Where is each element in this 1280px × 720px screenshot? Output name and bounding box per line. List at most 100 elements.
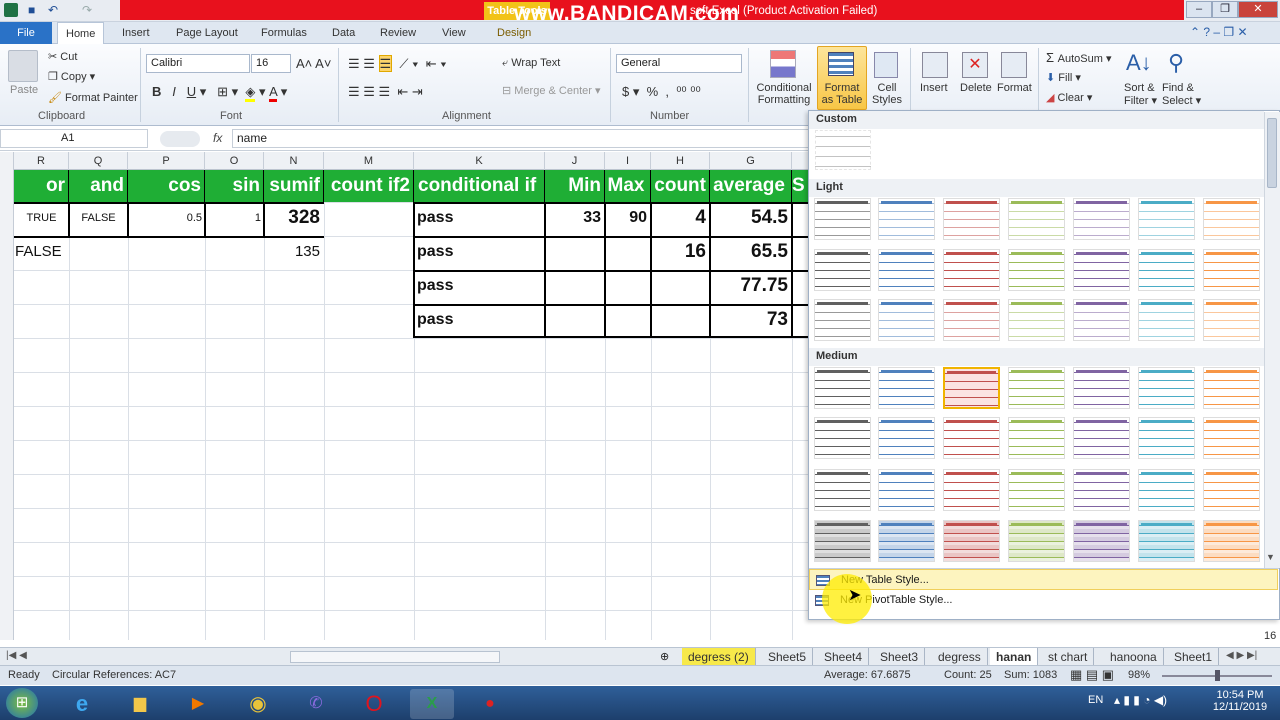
cell-count[interactable]: 16	[651, 241, 706, 263]
font-color-icon[interactable]: A	[269, 84, 278, 102]
column-header[interactable]: J	[545, 152, 605, 170]
font-name-box[interactable]: Calibri	[146, 54, 250, 73]
table-style-swatch[interactable]	[814, 469, 871, 511]
tab-design[interactable]: Design	[489, 22, 539, 44]
status-circular-references[interactable]: Circular References: AC7	[52, 669, 176, 681]
cell-average[interactable]: 65.5	[710, 241, 788, 263]
sheet-tab[interactable]: degress	[932, 648, 988, 666]
table-style-swatch[interactable]	[1008, 469, 1065, 511]
table-style-swatch[interactable]	[814, 249, 871, 291]
header-cell-and[interactable]: and	[69, 170, 128, 202]
tab-data[interactable]: Data	[324, 22, 363, 44]
table-style-swatch[interactable]	[943, 198, 1000, 240]
cell-count[interactable]: 4	[651, 207, 706, 229]
table-style-swatch[interactable]	[1008, 417, 1065, 459]
header-cell-sumif[interactable]: sumif	[264, 170, 324, 202]
paste-button[interactable]: Paste	[10, 84, 38, 96]
table-style-swatch[interactable]	[1138, 299, 1195, 341]
find-select-button[interactable]: Find & Select ▾	[1162, 82, 1201, 107]
custom-style-swatch[interactable]	[815, 130, 871, 170]
horizontal-align-icons[interactable]: ☰ ☰ ☰ ⇤ ⇥	[348, 84, 423, 100]
table-style-swatch[interactable]	[1203, 417, 1260, 459]
column-header[interactable]: M	[324, 152, 414, 170]
undo-icon[interactable]: ↶	[48, 3, 58, 17]
table-style-swatch[interactable]	[1073, 249, 1130, 291]
chrome-icon[interactable]: ◉	[236, 689, 280, 719]
sort-filter-button[interactable]: Sort & Filter ▾	[1124, 82, 1157, 107]
wrap-text-button[interactable]: ⤶ Wrap Text	[502, 57, 560, 70]
fill-button[interactable]: ⬇ Fill ▾	[1046, 71, 1081, 84]
header-cell-cos[interactable]: cos	[128, 170, 205, 202]
table-style-swatch[interactable]	[1073, 469, 1130, 511]
tab-view[interactable]: View	[434, 22, 474, 44]
table-style-swatch[interactable]	[814, 299, 871, 341]
sheet-tab[interactable]: hanoona	[1104, 648, 1164, 666]
sheet-tab[interactable]: Sheet3	[874, 648, 926, 666]
column-header[interactable]: P	[128, 152, 205, 170]
header-cell-sin[interactable]: sin	[205, 170, 264, 202]
cut-button[interactable]: ✂ Cut	[48, 50, 77, 63]
cell-or[interactable]: FALSE	[15, 243, 62, 260]
table-style-swatch[interactable]	[943, 249, 1000, 291]
clock[interactable]: 10:54 PM 12/11/2019	[1210, 689, 1270, 713]
table-style-swatch[interactable]	[943, 520, 1000, 562]
column-header[interactable]: N	[264, 152, 324, 170]
sheet-nav-arrows[interactable]: |◀ ◀	[6, 650, 27, 661]
sort-filter-icon[interactable]: A↓	[1126, 50, 1152, 76]
format-cells-icon[interactable]	[1001, 52, 1027, 78]
table-style-swatch[interactable]	[1138, 249, 1195, 291]
windows-start-icon[interactable]: ⊞	[6, 688, 38, 718]
table-style-swatch[interactable]	[1203, 249, 1260, 291]
cell-min[interactable]: 33	[545, 209, 601, 227]
tab-review[interactable]: Review	[372, 22, 424, 44]
cell-average[interactable]: 73	[710, 309, 788, 331]
table-style-swatch[interactable]	[878, 198, 935, 240]
column-header[interactable]: O	[205, 152, 264, 170]
view-buttons[interactable]: ▦ ▤ ▣	[1070, 667, 1114, 683]
cell-cos[interactable]: 0.5	[128, 212, 202, 224]
underline-icon[interactable]: U	[187, 84, 196, 99]
table-style-swatch[interactable]	[1008, 299, 1065, 341]
table-style-swatch[interactable]	[878, 417, 935, 459]
table-style-swatch[interactable]	[1008, 367, 1065, 409]
table-style-swatch[interactable]	[943, 299, 1000, 341]
table-style-swatch[interactable]	[1203, 367, 1260, 409]
sheet-tab[interactable]: st chart	[1042, 648, 1095, 666]
header-cell-max[interactable]: Max	[605, 170, 651, 202]
cell-average[interactable]: 77.75	[710, 275, 788, 297]
cell-or[interactable]: TRUE	[14, 212, 69, 224]
new-table-style-menu-item[interactable]: New Table Style...	[809, 569, 1278, 590]
table-style-swatch[interactable]	[1203, 299, 1260, 341]
paste-icon[interactable]	[8, 50, 38, 82]
clear-button[interactable]: ◢ Clear ▾	[1046, 91, 1092, 104]
table-style-swatch[interactable]	[1138, 520, 1195, 562]
cell-sin[interactable]: 1	[205, 212, 261, 224]
insert-cells-button[interactable]: Insert	[920, 82, 948, 94]
table-style-swatch[interactable]	[1008, 198, 1065, 240]
sheet-nav-arrows-right[interactable]: ◀ ▶ ▶|	[1226, 650, 1257, 661]
table-style-swatch[interactable]	[878, 520, 935, 562]
cell-styles-button[interactable]: Cell Styles	[867, 82, 907, 106]
bandicam-icon[interactable]: ●	[468, 689, 512, 719]
column-header[interactable]: H	[651, 152, 710, 170]
conditional-formatting-button[interactable]: Conditional Formatting	[754, 82, 814, 106]
table-style-swatch[interactable]	[1073, 417, 1130, 459]
language-indicator[interactable]: EN	[1088, 694, 1103, 706]
table-style-swatch[interactable]	[1138, 469, 1195, 511]
opera-icon[interactable]: O	[352, 689, 396, 719]
table-style-swatch[interactable]	[878, 249, 935, 291]
table-style-swatch[interactable]	[1073, 520, 1130, 562]
column-header[interactable]: K	[414, 152, 545, 170]
sheet-tab-active[interactable]: hanan	[990, 648, 1039, 666]
table-style-swatch[interactable]	[943, 367, 1000, 409]
binoculars-icon[interactable]: ⚲	[1168, 50, 1184, 76]
close-button[interactable]: ✕	[1238, 1, 1278, 18]
autosum-button[interactable]: Σ AutoSum ▾	[1046, 50, 1111, 65]
number-format-box[interactable]: General	[616, 54, 742, 73]
horizontal-scrollbar[interactable]	[290, 651, 500, 663]
cell-max[interactable]: 90	[605, 209, 647, 227]
tab-home[interactable]: Home	[57, 22, 105, 45]
table-style-swatch[interactable]	[814, 417, 871, 459]
table-style-swatch[interactable]	[814, 520, 871, 562]
font-size-box[interactable]: 16	[251, 54, 291, 73]
